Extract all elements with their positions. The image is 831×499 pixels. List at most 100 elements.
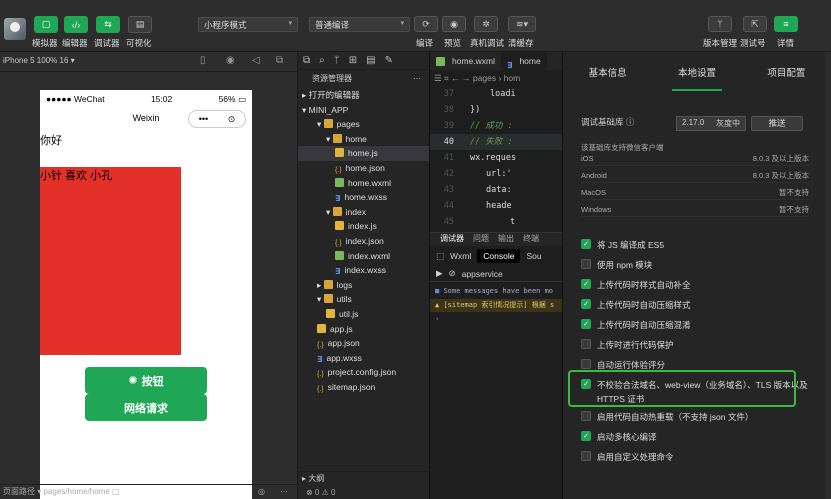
source-control-icon[interactable]: ᛘ: [334, 55, 340, 66]
checkbox[interactable]: [581, 359, 591, 369]
folder-item[interactable]: ▾ pages: [298, 117, 429, 132]
code-line[interactable]: 38}): [430, 102, 562, 118]
code-line[interactable]: 39 // 成功 :: [430, 118, 562, 134]
setting-option[interactable]: 使用 npm 模块: [581, 258, 811, 272]
tab-project-config[interactable]: 项目配置: [742, 65, 831, 79]
tab-console[interactable]: Console: [477, 249, 521, 263]
device-select[interactable]: iPhone 5 100% 16 ▾: [3, 56, 75, 65]
file-item[interactable]: {.} app.json: [298, 336, 429, 351]
folder-item[interactable]: ▸ logs: [298, 278, 429, 293]
code-area[interactable]: 37 loadi 38}) 39 // 成功 : 40 // 失败 : 41 wx.reques…: [430, 86, 562, 230]
context-select[interactable]: appservice: [462, 269, 503, 279]
phone-icon[interactable]: ▯: [200, 55, 206, 66]
setting-option[interactable]: ✓ 启动多核心编译: [581, 430, 811, 444]
file-item[interactable]: home.wxml: [298, 176, 429, 191]
file-item[interactable]: index.js: [298, 219, 429, 234]
files-icon[interactable]: ⧉: [303, 55, 310, 66]
tab-basic-info[interactable]: 基本信息: [563, 65, 652, 79]
more-icon[interactable]: ···: [413, 70, 421, 88]
folder-item[interactable]: ▾ home: [298, 132, 429, 147]
code-line[interactable]: 42 url:': [430, 166, 562, 182]
file-item[interactable]: app.js: [298, 322, 429, 337]
code-line[interactable]: 40 // 失败 :: [430, 134, 562, 150]
checkbox[interactable]: ✓: [581, 319, 591, 329]
push-button[interactable]: 推送: [751, 116, 803, 131]
clear-cache-button[interactable]: ≋▾: [508, 16, 536, 32]
setting-option[interactable]: 启用代码自动热重载（不支持 json 文件）: [581, 410, 811, 424]
mode-select[interactable]: 小程序模式 ▾: [198, 17, 298, 32]
tab-home-js[interactable]: ∃ home: [500, 52, 547, 70]
checkbox[interactable]: ✓: [581, 239, 591, 249]
setting-option[interactable]: ✓ 上传代码时自动压缩样式: [581, 298, 811, 312]
problems-indicator[interactable]: ⊗ 0 ⚠ 0: [298, 486, 430, 499]
project-section[interactable]: ▾ MINI_APP: [298, 103, 429, 118]
checkbox[interactable]: ✓: [581, 279, 591, 289]
file-item[interactable]: {.} sitemap.json: [298, 380, 429, 395]
more-icon[interactable]: •••: [199, 114, 208, 124]
checkbox[interactable]: ✓: [581, 431, 591, 441]
tab-home-wxml[interactable]: home.wxml: [430, 52, 501, 70]
setting-option[interactable]: ✓ 上传代码时自动压缩混淆: [581, 318, 811, 332]
folder-item[interactable]: ▾ utils: [298, 292, 429, 307]
file-item[interactable]: ∃ home.wxss: [298, 190, 429, 205]
capsule-menu[interactable]: ••• ⊙: [188, 110, 246, 128]
setting-option[interactable]: ✓ 上传代码时样式自动补全: [581, 278, 811, 292]
network-request-button[interactable]: 网络请求: [85, 394, 207, 421]
block-icon[interactable]: ⊘: [449, 268, 456, 279]
code-line[interactable]: 41 wx.reques: [430, 150, 562, 166]
bookmark-icon[interactable]: ⌗: [444, 73, 449, 83]
checkbox[interactable]: [581, 259, 591, 269]
code-line[interactable]: 43 data:: [430, 182, 562, 198]
search-icon[interactable]: ⌕: [319, 55, 325, 66]
code-line[interactable]: 45 t: [430, 214, 562, 230]
inspect-icon[interactable]: ⬚: [436, 251, 444, 262]
real-debug-button[interactable]: ✲: [474, 16, 498, 32]
breadcrumb-path[interactable]: pages › hom: [473, 73, 520, 83]
copy-icon[interactable]: ▢: [112, 487, 120, 496]
window-icon[interactable]: ⧉: [276, 55, 283, 66]
file-item[interactable]: {.} project.config.json: [298, 365, 429, 380]
tab-wxml[interactable]: Wxml: [450, 251, 471, 261]
more-icon[interactable]: ···: [280, 485, 288, 499]
open-editors-section[interactable]: ▸ 打开的编辑器: [298, 88, 429, 103]
tab-sources[interactable]: Sou: [526, 251, 541, 261]
editor-toggle-button[interactable]: ‹/›: [64, 16, 88, 33]
file-item[interactable]: home.js: [298, 146, 429, 161]
visual-toggle-button[interactable]: ▤: [128, 16, 152, 33]
file-item[interactable]: {.} home.json: [298, 161, 429, 176]
debugger-toggle-button[interactable]: ⇆: [96, 16, 120, 33]
details-button[interactable]: ≡: [774, 16, 798, 32]
forward-icon[interactable]: →: [462, 73, 471, 83]
preview-button[interactable]: ◉: [442, 16, 466, 32]
setting-option[interactable]: ✓ 将 JS 编译成 ES5: [581, 238, 811, 252]
folder-item[interactable]: ▾ index: [298, 205, 429, 220]
debugger-tab[interactable]: 调试器: [440, 233, 464, 246]
tab-local-settings[interactable]: 本地设置: [652, 65, 741, 91]
version-mgmt-button[interactable]: ᛘ: [708, 16, 732, 32]
checkbox[interactable]: ✓: [581, 299, 591, 309]
extensions-icon[interactable]: ⊞: [349, 55, 357, 66]
console-prompt[interactable]: ›: [430, 313, 563, 326]
outline-section[interactable]: ▸ 大纲: [298, 472, 430, 486]
volume-icon[interactable]: ◁: [252, 55, 260, 66]
setting-option[interactable]: 上传时进行代码保护: [581, 338, 811, 352]
checkbox[interactable]: [581, 339, 591, 349]
file-item[interactable]: util.js: [298, 307, 429, 322]
primary-button[interactable]: ✺ 按钮: [85, 367, 207, 394]
list-icon[interactable]: ☰: [434, 73, 442, 83]
checkbox[interactable]: [581, 411, 591, 421]
code-line[interactable]: 44 heade: [430, 198, 562, 214]
help-icon[interactable]: ⓘ: [626, 117, 635, 127]
record-icon[interactable]: ◉: [226, 55, 235, 66]
setting-option[interactable]: 启用自定义处理命令: [581, 450, 811, 464]
sidebar-icon[interactable]: ▶: [436, 268, 443, 279]
debugger-tab[interactable]: 输出: [498, 233, 514, 246]
page-path-label[interactable]: 页面路径 ▾: [3, 487, 41, 496]
eye-icon[interactable]: ◎: [258, 485, 265, 499]
debugger-tab[interactable]: 终端: [523, 233, 539, 246]
lib-version-select[interactable]: 2.17.0 灰度中: [676, 116, 746, 131]
checkbox[interactable]: [581, 451, 591, 461]
file-item[interactable]: {.} index.json: [298, 234, 429, 249]
compile-select[interactable]: 普通编译 ▾: [309, 17, 410, 32]
test-id-button[interactable]: ⇱: [743, 16, 767, 32]
